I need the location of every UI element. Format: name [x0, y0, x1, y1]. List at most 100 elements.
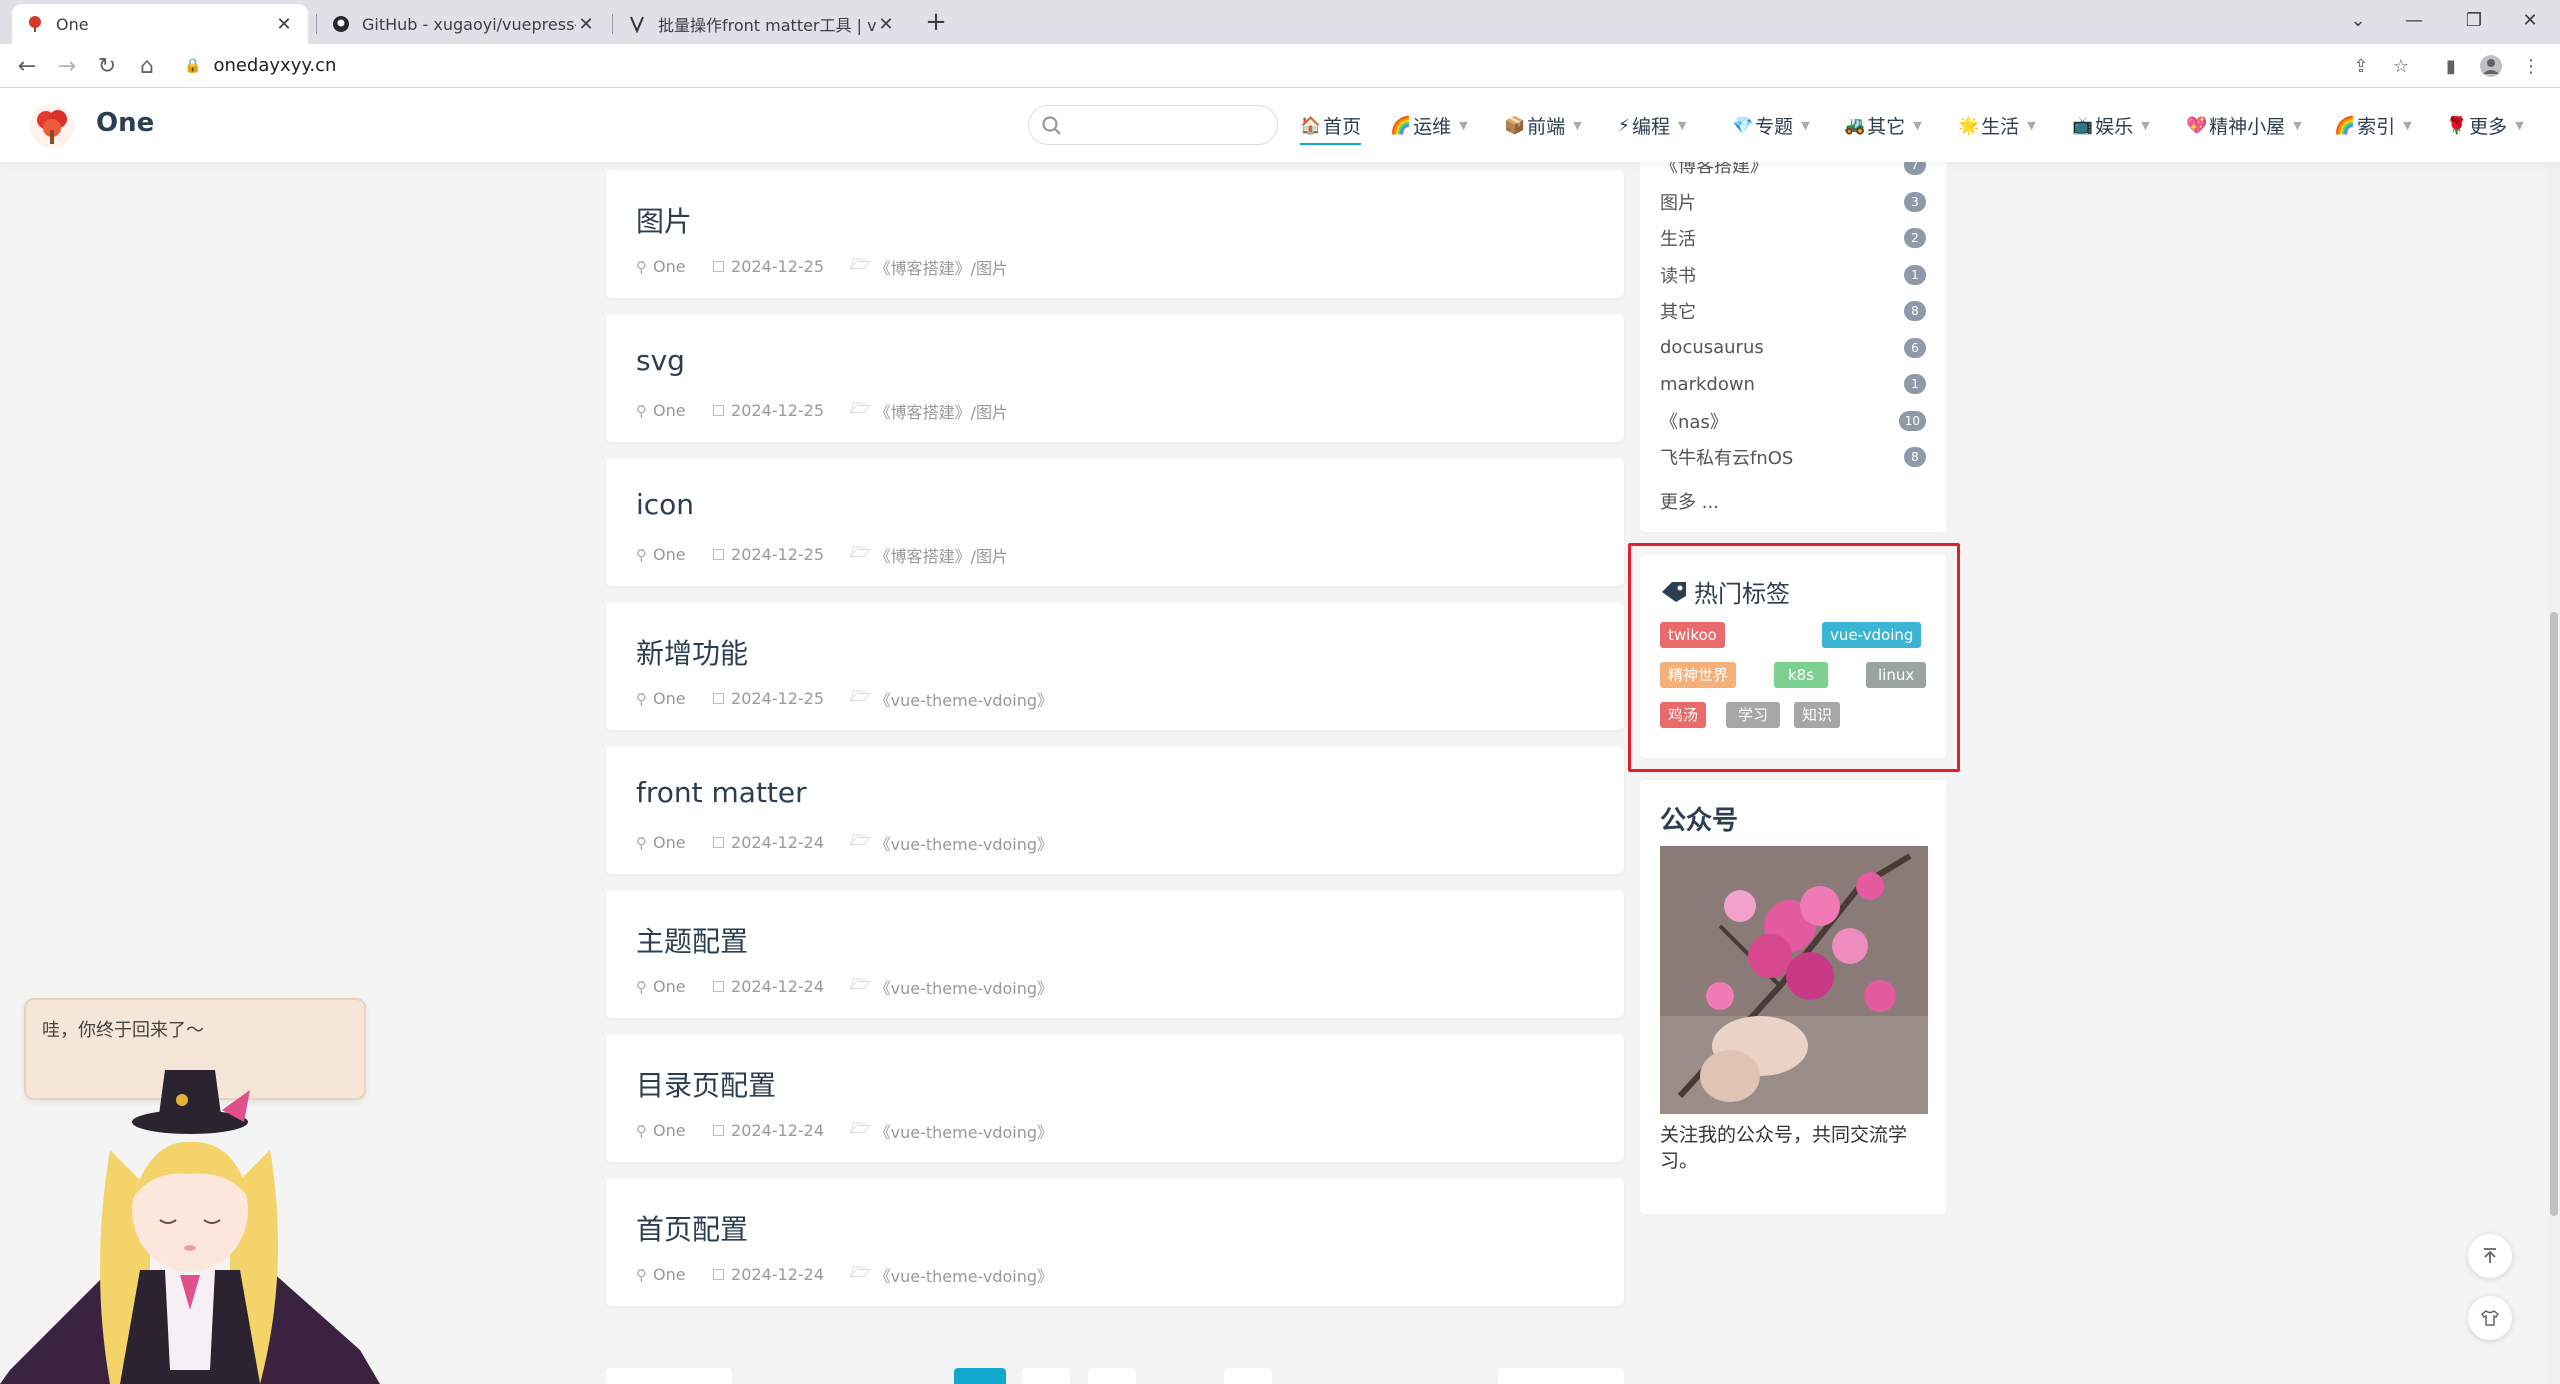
post-title[interactable]: 新增功能: [636, 632, 748, 672]
pagination-next[interactable]: [1498, 1368, 1624, 1384]
site-logo-icon[interactable]: [28, 102, 76, 150]
post-author[interactable]: ⚲ One: [636, 1121, 686, 1140]
close-tab-icon[interactable]: ✕: [576, 14, 596, 35]
home-icon[interactable]: ⌂: [132, 51, 162, 81]
category-item[interactable]: 读书 1: [1660, 260, 1926, 290]
category-item[interactable]: docusaurus 6: [1660, 333, 1926, 363]
post-category[interactable]: 🗁 《vue-theme-vdoing》: [850, 1118, 1053, 1143]
post-date: ☐ 2024-12-24: [712, 1121, 824, 1140]
user-icon: ⚲: [636, 545, 647, 564]
post-title[interactable]: icon: [636, 488, 694, 521]
nav-spirit-room[interactable]: 💖 精神小屋 ▼: [2186, 112, 2302, 139]
pagination-page[interactable]: [1022, 1368, 1070, 1384]
side-panel-icon[interactable]: ▮: [2436, 51, 2466, 81]
nav-index[interactable]: 🌈 索引 ▼: [2334, 112, 2412, 139]
close-window-icon[interactable]: ✕: [2508, 0, 2552, 40]
url-field[interactable]: 🔒 onedayxyy.cn: [184, 52, 336, 80]
post-title[interactable]: 首页配置: [636, 1208, 748, 1248]
folder-icon: 🗁: [850, 399, 869, 417]
nav-ops[interactable]: 🌈 运维 ▼: [1390, 112, 1468, 139]
post-category[interactable]: 🗁 《博客搭建》/图片: [850, 542, 1008, 567]
post-title[interactable]: svg: [636, 344, 685, 377]
post-category[interactable]: 🗁 《vue-theme-vdoing》: [850, 974, 1053, 999]
post-card[interactable]: 首页配置 ⚲ One ☐ 2024-12-24 🗁 《vue-theme-vdoing》: [606, 1178, 1624, 1306]
bookmark-star-icon[interactable]: ☆: [2386, 51, 2416, 81]
post-author[interactable]: ⚲ One: [636, 977, 686, 996]
post-card[interactable]: 新增功能 ⚲ One ☐ 2024-12-25 🗁 《vue-theme-vdoing》: [606, 602, 1624, 730]
browser-tab-github[interactable]: GitHub - xugaoyi/vuepress-theme-vdoing ✕: [318, 4, 610, 44]
rainbow-icon: 🌈: [1390, 115, 1412, 136]
post-card[interactable]: 目录页配置 ⚲ One ☐ 2024-12-24 🗁 《vue-theme-vdoing》: [606, 1034, 1624, 1162]
rose-icon: 🌹: [2446, 115, 2468, 136]
post-author[interactable]: ⚲ One: [636, 257, 686, 276]
author-name: One: [653, 401, 686, 420]
post-card[interactable]: front matter ⚲ One ☐ 2024-12-24 🗁 《vue-theme-v…: [606, 746, 1624, 874]
nav-more[interactable]: 🌹 更多 ▼: [2446, 112, 2524, 139]
nav-coding[interactable]: ⚡ 编程 ▼: [1618, 112, 1686, 139]
post-category[interactable]: 🗁 《vue-theme-vdoing》: [850, 1262, 1053, 1287]
pagination-prev[interactable]: [606, 1368, 732, 1384]
post-author[interactable]: ⚲ One: [636, 689, 686, 708]
restore-window-icon[interactable]: ❐: [2452, 0, 2496, 40]
post-author[interactable]: ⚲ One: [636, 545, 686, 564]
site-name[interactable]: One: [96, 108, 154, 138]
nav-life[interactable]: 🌟 生活 ▼: [1958, 112, 2036, 139]
post-author[interactable]: ⚲ One: [636, 401, 686, 420]
post-category[interactable]: 🗁 《博客搭建》/图片: [850, 254, 1008, 279]
profile-avatar-icon[interactable]: [2476, 51, 2506, 81]
back-to-top-button[interactable]: [2468, 1234, 2512, 1278]
browser-tab-vdoing[interactable]: 批量操作front matter工具 | vuepress-theme-vdoi…: [614, 4, 910, 44]
post-card[interactable]: svg ⚲ One ☐ 2024-12-25 🗁 《博客搭建》/图片: [606, 314, 1624, 442]
search-input[interactable]: [1028, 105, 1278, 145]
date-text: 2024-12-25: [731, 257, 825, 276]
post-category[interactable]: 🗁 《vue-theme-vdoing》: [850, 830, 1053, 855]
pagination-page-current[interactable]: [954, 1368, 1006, 1384]
share-icon[interactable]: ⇪: [2346, 51, 2376, 81]
back-arrow-icon[interactable]: ←: [12, 51, 42, 81]
close-tab-icon[interactable]: ✕: [274, 14, 294, 35]
browser-menu-icon[interactable]: ⋮: [2516, 51, 2546, 81]
pagination-page[interactable]: [1224, 1368, 1272, 1384]
calendar-icon: ☐: [711, 977, 726, 996]
theme-mode-button[interactable]: [2468, 1296, 2512, 1340]
post-author[interactable]: ⚲ One: [636, 1265, 686, 1284]
nav-topics[interactable]: 💎 专题 ▼: [1732, 112, 1810, 139]
post-title[interactable]: front matter: [636, 776, 807, 809]
wechat-card: 公众号 关注我的公众号，共同交流学习。: [1640, 780, 1946, 1214]
category-count-badge: 1: [1904, 264, 1926, 285]
calendar-icon: ☐: [711, 833, 726, 852]
nav-other[interactable]: 🚜 其它 ▼: [1844, 112, 1922, 139]
dropdown-caret-icon: ▼: [2403, 119, 2412, 132]
post-author[interactable]: ⚲ One: [636, 833, 686, 852]
post-card[interactable]: 图片 ⚲ One ☐ 2024-12-25 🗁 《博客搭建》/图片: [606, 170, 1624, 298]
nav-home[interactable]: 🏠 首页: [1300, 112, 1362, 145]
post-title[interactable]: 图片: [636, 200, 692, 240]
close-tab-icon[interactable]: ✕: [876, 14, 896, 35]
tab-search-chevron-icon[interactable]: ⌄: [2336, 0, 2380, 40]
nav-entertainment[interactable]: 📺 娱乐 ▼: [2072, 112, 2150, 139]
post-card[interactable]: 主题配置 ⚲ One ☐ 2024-12-24 🗁 《vue-theme-vdoing》: [606, 890, 1624, 1018]
post-category[interactable]: 🗁 《vue-theme-vdoing》: [850, 686, 1053, 711]
page-scrollbar-thumb[interactable]: [2550, 612, 2558, 1216]
minimize-window-icon[interactable]: —: [2392, 0, 2436, 40]
live2d-mascot-image[interactable]: [0, 1070, 380, 1384]
category-item[interactable]: markdown 1: [1660, 369, 1926, 399]
calendar-icon: ☐: [711, 689, 726, 708]
category-item[interactable]: 生活 2: [1660, 223, 1926, 253]
post-category[interactable]: 🗁 《博客搭建》/图片: [850, 398, 1008, 423]
post-title[interactable]: 目录页配置: [636, 1064, 776, 1104]
category-item[interactable]: 图片 3: [1660, 187, 1926, 217]
category-item[interactable]: 《nas》 10: [1660, 406, 1926, 436]
pagination-page[interactable]: [1088, 1368, 1136, 1384]
category-item[interactable]: 飞牛私有云fnOS 8: [1660, 442, 1926, 472]
post-title[interactable]: 主题配置: [636, 920, 748, 960]
reload-icon[interactable]: ↻: [92, 51, 122, 81]
forward-arrow-icon[interactable]: →: [52, 51, 82, 81]
nav-frontend[interactable]: 📦 前端 ▼: [1504, 112, 1582, 139]
browser-tab-one[interactable]: One ✕: [12, 4, 308, 44]
new-tab-button[interactable]: +: [922, 6, 950, 38]
post-card[interactable]: icon ⚲ One ☐ 2024-12-25 🗁 《博客搭建》/图片: [606, 458, 1624, 586]
user-icon: ⚲: [636, 977, 647, 996]
category-item[interactable]: 其它 8: [1660, 296, 1926, 326]
categories-more-link[interactable]: 更多 ...: [1660, 486, 1926, 516]
